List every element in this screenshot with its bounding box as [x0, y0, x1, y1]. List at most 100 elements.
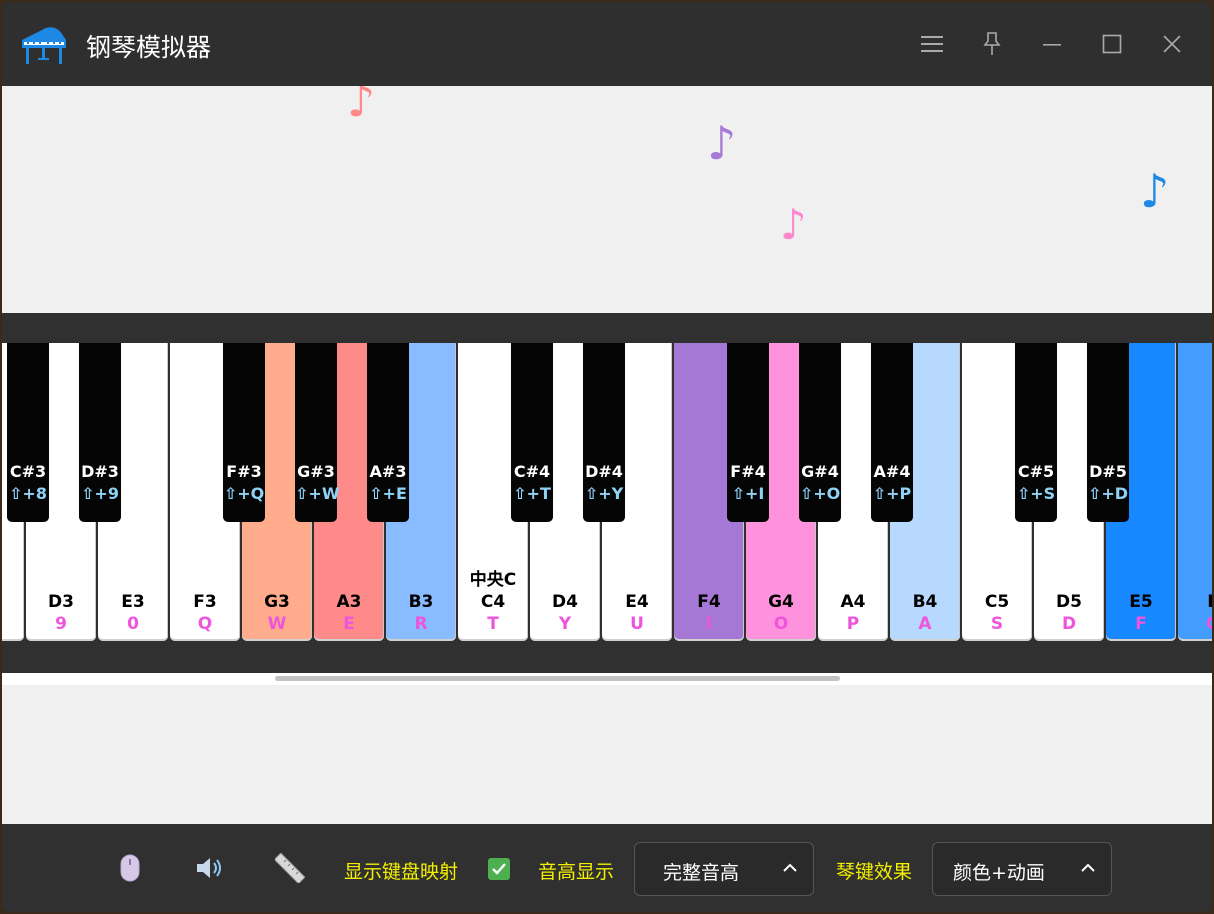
middle-c-label: 中央C [469, 570, 517, 590]
key-note-label: A#3 [369, 462, 407, 481]
key-mapping-label: 9 [55, 614, 67, 634]
close-icon [1163, 35, 1181, 53]
key-mapping-label: G [1178, 613, 1212, 635]
key-effect-label: 琴键效果 [836, 861, 913, 883]
key-note-label: B4 [912, 592, 938, 612]
key-mapping-label: O [773, 614, 789, 634]
pitch-display-value: 完整音高 [663, 862, 740, 884]
close-button[interactable] [1152, 24, 1192, 64]
key-note-label: D#5 [1089, 462, 1127, 481]
key-mapping-label: I [705, 614, 713, 634]
pin-icon [983, 32, 1001, 55]
black-key[interactable]: C#5 ⇧+S [1015, 343, 1057, 522]
lower-panel [2, 685, 1212, 824]
key-note-label: D3 [48, 592, 74, 612]
key-note-label: E4 [625, 592, 649, 612]
black-key[interactable]: F#4 ⇧+I [727, 343, 769, 522]
key-note-label: F [1178, 591, 1212, 613]
key-note-label: D5 [1056, 592, 1082, 612]
key-mapping-label: R [414, 614, 428, 634]
key-note-label: F#3 [226, 462, 262, 481]
key-note-label: F3 [193, 592, 217, 612]
key-note-label: G#4 [801, 462, 839, 481]
ruler-button[interactable] [272, 850, 308, 886]
mouse-button[interactable] [112, 850, 148, 886]
horizontal-scrollbar[interactable] [2, 673, 1212, 685]
show-mapping-checkbox[interactable] [488, 858, 510, 880]
speaker-button[interactable] [192, 850, 228, 886]
piano-logo-icon [18, 18, 70, 70]
key-effect-dropdown[interactable]: 颜色+动画 [932, 842, 1112, 896]
key-mapping-label: ⇧+Q [223, 484, 265, 503]
maximize-button[interactable] [1092, 24, 1132, 64]
note-animation-area: ♪ ♪ ♪ ♪ [2, 86, 1212, 313]
key-mapping-label: ⇧+O [799, 484, 841, 503]
black-key[interactable]: A#3 ⇧+E [367, 343, 409, 522]
key-note-label: C#5 [1017, 462, 1055, 481]
minimize-icon [1043, 44, 1061, 46]
black-key[interactable]: C#3 ⇧+8 [7, 343, 49, 522]
key-note-label: B3 [408, 592, 434, 612]
ruler-icon [275, 853, 305, 883]
key-mapping-label: Y [558, 614, 572, 634]
key-mapping-label: ⇧+P [872, 484, 912, 503]
key-note-label: F4 [697, 592, 721, 612]
key-note-label: C#4 [513, 462, 551, 481]
scrollbar-thumb[interactable] [275, 676, 840, 681]
key-note-label: 中央C C4 [458, 569, 528, 613]
music-note-icon: ♪ [1140, 164, 1170, 218]
key-note-label: D#3 [81, 462, 119, 481]
key-mapping-label: W [267, 614, 287, 634]
menu-icon [921, 36, 943, 52]
show-mapping-label: 显示键盘映射 [344, 861, 459, 883]
key-mapping-label: U [630, 614, 644, 634]
check-icon [492, 863, 506, 875]
piano-frame: D3 9 E3 0 F3 Q G3 W A3 E B3 R 中央C C4 T D4 Y E4 U F4 I G4 O A4 P B… [2, 313, 1212, 673]
key-mapping-label: P [846, 614, 860, 634]
black-key[interactable]: F#3 ⇧+Q [223, 343, 265, 522]
key-mapping-label: ⇧+W [295, 484, 340, 503]
key-mapping-label: ⇧+8 [9, 484, 47, 503]
key-mapping-label: ⇧+9 [81, 484, 119, 503]
app-window: 钢琴模拟器 ♪ ♪ ♪ ♪ D3 9 E3 0 F3 Q G3 W A3 E B3 R 中央C C4 T D4 Y E4… [2, 2, 1212, 912]
key-note-label: D4 [552, 592, 578, 612]
key-mapping-label: 0 [127, 614, 139, 634]
white-key[interactable]: FG [1178, 343, 1212, 641]
black-key[interactable]: D#3 ⇧+9 [79, 343, 121, 522]
key-note-label: E5 [1129, 592, 1153, 612]
key-note-label: G4 [768, 592, 794, 612]
key-note-label: C#3 [9, 462, 47, 481]
mouse-icon [120, 854, 140, 882]
black-key[interactable]: D#4 ⇧+Y [583, 343, 625, 522]
maximize-icon [1102, 34, 1122, 54]
key-mapping-label: E [343, 614, 355, 634]
pin-button[interactable] [972, 24, 1012, 64]
music-note-icon: ♪ [707, 116, 737, 170]
piano-keyboard: D3 9 E3 0 F3 Q G3 W A3 E B3 R 中央C C4 T D4 Y E4 U F4 I G4 O A4 P B… [2, 343, 1212, 643]
black-key[interactable]: G#4 ⇧+O [799, 343, 841, 522]
pitch-display-dropdown[interactable]: 完整音高 [634, 842, 814, 896]
bottom-toolbar: 显示键盘映射 音高显示 完整音高 琴键效果 颜色+动画 [2, 824, 1212, 912]
key-mapping-label: F [1135, 614, 1147, 634]
key-mapping-label: T [487, 614, 499, 634]
key-mapping-label: ⇧+E [369, 484, 407, 503]
key-effect-value: 颜色+动画 [953, 862, 1045, 884]
chevron-up-icon [783, 863, 797, 872]
black-key[interactable]: A#4 ⇧+P [871, 343, 913, 522]
app-title: 钢琴模拟器 [86, 33, 212, 62]
key-mapping-label: ⇧+I [731, 484, 765, 503]
minimize-button[interactable] [1032, 24, 1072, 64]
black-key[interactable]: G#3 ⇧+W [295, 343, 340, 522]
key-note-label: A4 [840, 592, 866, 612]
pitch-display-label: 音高显示 [538, 861, 615, 883]
black-key[interactable]: C#4 ⇧+T [511, 343, 553, 522]
black-key[interactable]: D#5 ⇧+D [1087, 343, 1129, 522]
title-bar: 钢琴模拟器 [2, 2, 1212, 86]
music-note-icon: ♪ [780, 200, 807, 249]
menu-button[interactable] [912, 24, 952, 64]
key-note-label: G3 [264, 592, 290, 612]
music-note-icon: ♪ [347, 86, 376, 127]
key-note-label: A3 [336, 592, 362, 612]
key-mapping-label: S [990, 614, 1004, 634]
key-note-label: F#4 [730, 462, 766, 481]
